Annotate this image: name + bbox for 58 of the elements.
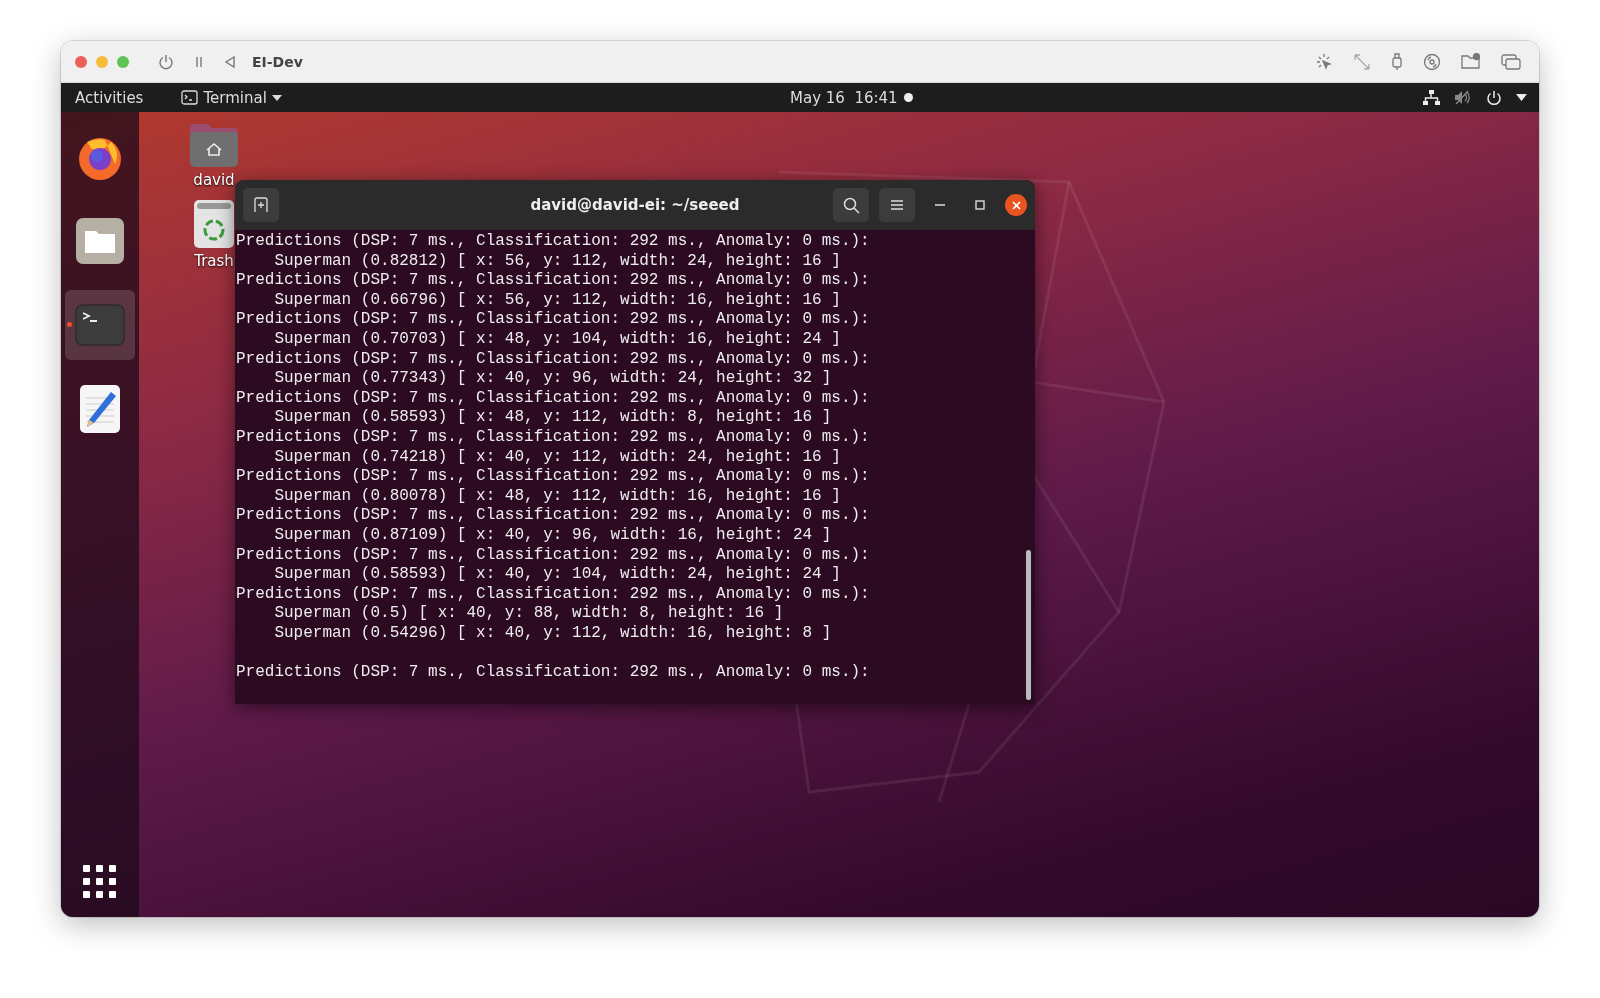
search-button[interactable] [833,188,869,222]
activities-button[interactable]: Activities [73,88,146,107]
maximize-icon [975,200,985,210]
terminal-output-line: Predictions (DSP: 7 ms., Classification: 292 ms., Anomaly: 0 ms.): [236,584,870,605]
terminal-title: david@david-ei: ~/seeed [529,196,741,214]
app-grid-icon[interactable] [83,865,117,899]
close-icon [1011,200,1021,210]
disc-icon[interactable] [1423,52,1441,71]
home-folder-icon[interactable] [189,122,239,168]
speaker-muted-icon[interactable] [1454,90,1472,105]
terminal-output-line: Superman (0.54296) [ x: 40, y: 112, width: 16, height: 8 ] [273,623,832,644]
terminal-output-line: Predictions (DSP: 7 ms., Classification: 292 ms., Anomaly: 0 ms.): [236,545,870,566]
terminal-output-line: Superman (0.5) [ x: 40, y: 88, width: 8, height: 16 ] [273,604,784,624]
shared-folder-icon[interactable] [1461,53,1481,70]
terminal-output-line: Predictions (DSP: 7 ms., Classification: 292 ms., Anomaly: 0 ms.): [236,427,870,448]
terminal-output-line: Predictions (DSP: 7 ms., Classification: 292 ms., Anomaly: 0 ms.): [236,349,870,370]
terminal-output-line: Predictions (DSP: 7 ms., Classification: 292 ms., Anomaly: 0 ms.): [236,388,870,409]
desktop-icon-label: david [193,171,235,189]
new-tab-button[interactable] [243,188,279,222]
terminal-output-line: Superman (0.66796) [ x: 56, y: 112, width: 16, height: 16 ] [273,290,841,311]
terminal-output-line: Predictions (DSP: 7 ms., Classification: 292 ms., Anomaly: 0 ms.): [236,310,870,330]
terminal-output-line: Predictions (DSP: 7 ms., Classification: 292 ms., Anomaly: 0 ms.): [236,271,870,291]
app-menu[interactable]: Terminal [181,88,282,107]
menu-button[interactable] [879,188,915,222]
network-icon[interactable] [1423,90,1440,105]
terminal-icon [181,90,199,105]
minimize-icon [935,204,945,206]
usb-icon[interactable] [1391,52,1403,71]
cursor-capture-icon[interactable] [1315,52,1333,71]
terminal-output-line: Predictions (DSP: 7 ms., Classification: 292 ms., Anomaly: 0 ms.): [236,467,870,487]
terminal-output-line: Predictions (DSP: 7 ms., Classification: 292 ms., Anomaly: 0 ms.): [236,232,870,252]
dropdown-caret-icon[interactable] [1516,94,1527,101]
terminal-output-line: Predictions (DSP: 7 ms., Classification: 292 ms., Anomaly: 0 ms.): [236,663,870,683]
clock[interactable]: May 16 16:41 [790,88,898,107]
terminal-output-line: Superman (0.58593) [ x: 48, y: 112, width: 8, height: 16 ] [273,408,832,428]
terminal-output-line: Superman (0.74218) [ x: 40, y: 112, width: 24, height: 16 ] [273,447,841,468]
desktop-icon-label: Trash [194,252,234,270]
terminal-output-line: Superman (0.87109) [ x: 40, y: 96, width: 16, height: 24 ] [273,525,832,546]
scrollbar-thumb[interactable] [1026,550,1031,700]
text-editor-icon[interactable] [79,384,121,434]
terminal-output-line: Predictions (DSP: 7 ms., Classification: 292 ms., Anomaly: 0 ms.): [236,506,870,526]
terminal-output-line: Superman (0.58593) [ x: 40, y: 104, width: 24, height: 24 ] [273,565,841,585]
new-tab-icon [253,197,269,213]
terminal-output-line: Superman (0.70703) [ x: 48, y: 104, width: 16, height: 24 ] [273,329,841,350]
menu-icon [890,199,904,211]
power-icon[interactable] [1486,89,1502,106]
dropdown-caret-icon [271,94,282,101]
search-icon [842,196,860,214]
close-button[interactable] [1005,194,1027,216]
window-title: EI-Dev [252,53,303,70]
windows-icon[interactable] [1501,53,1521,70]
terminal-output-line: Superman (0.82812) [ x: 56, y: 112, width: 24, height: 16 ] [273,251,841,272]
terminal-output-line: Superman (0.80078) [ x: 48, y: 112, width: 16, height: 16 ] [273,486,841,507]
folder-icon[interactable] [75,217,125,265]
notification-dot-icon [904,93,913,102]
trash-icon[interactable] [193,199,235,249]
back-icon[interactable] [224,54,236,69]
terminal-output-line: Superman (0.77343) [ x: 40, y: 96, width: 24, height: 32 ] [273,369,832,389]
